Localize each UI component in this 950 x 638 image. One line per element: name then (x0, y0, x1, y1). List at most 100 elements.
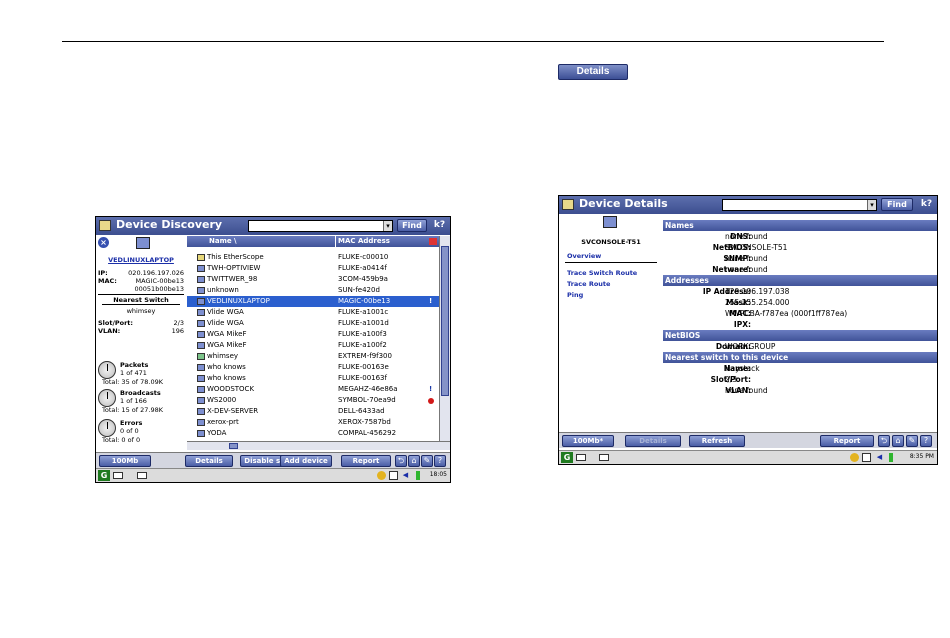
device-row[interactable]: Vlide WGA FLUKE-a1001d (187, 318, 439, 329)
back-icon[interactable]: ⮌ (878, 435, 890, 447)
packets-gauge-icon (98, 361, 116, 379)
search-input[interactable]: ▾ (722, 199, 877, 211)
add-device-button[interactable]: Add device (280, 455, 332, 467)
device-row[interactable]: WS2000 SYMBOL-70ea9d (187, 395, 439, 406)
nav-trace-route[interactable]: Trace Route (567, 280, 610, 288)
app-icon (99, 220, 111, 231)
column-header-name[interactable]: Name \ (209, 237, 237, 245)
device-row[interactable]: who knows FLUKE-00163e (187, 362, 439, 373)
vertical-scrollbar[interactable] (439, 236, 450, 441)
report-button[interactable]: Report (341, 455, 391, 467)
device-row[interactable]: whimsey EXTREM-f9f300 (187, 351, 439, 362)
device-row[interactable]: who knows FLUKE-00163f (187, 373, 439, 384)
device-name-cell: WGA MikeF (207, 341, 247, 349)
device-type-icon (197, 342, 205, 349)
device-row[interactable]: TWITTWER_98 3COM-459b9a (187, 274, 439, 285)
slot-label: Slot/Port: (98, 319, 133, 327)
mac-raw-value: 00051b00be13 (134, 285, 184, 293)
window-icon[interactable] (137, 472, 147, 479)
detail-value: WORKGROUP (725, 342, 776, 351)
mac-address-cell: XEROX-7587bd (338, 418, 391, 426)
device-type-icon (197, 386, 205, 393)
help-button-icon[interactable]: ? (434, 455, 446, 467)
speed-button[interactable]: 100Mb (99, 455, 151, 467)
back-icon[interactable]: ⮌ (395, 455, 407, 467)
device-name-cell: xerox-prt (207, 418, 239, 426)
device-type-icon (197, 309, 205, 316)
device-row[interactable]: X-DEV-SERVER DELL-6433ad (187, 406, 439, 417)
device-type-icon (197, 408, 205, 415)
device-name-cell: X-DEV-SERVER (207, 407, 259, 415)
battery-icon (416, 471, 420, 480)
window-icon[interactable] (599, 454, 609, 461)
device-name-cell: Vlide WGA (207, 319, 244, 327)
horizontal-scrollbar[interactable] (187, 441, 450, 450)
find-button[interactable]: Find (397, 219, 427, 232)
nav-trace-switch-route[interactable]: Trace Switch Route (567, 269, 637, 277)
mac-value: MAGIC-00be13 (135, 277, 184, 285)
device-name-cell: WS2000 (207, 396, 237, 404)
scroll-thumb[interactable] (441, 246, 449, 396)
mac-address-cell: FLUKE-a1001d (338, 319, 389, 327)
mac-address-cell: FLUKE-a0414f (338, 264, 387, 272)
nav-ping[interactable]: Ping (567, 291, 583, 299)
device-row[interactable]: YODA COMPAL-456292 (187, 428, 439, 439)
device-row[interactable]: VEDLINUXLAPTOP MAGIC-00be13! (187, 296, 439, 307)
chevron-down-icon[interactable]: ▾ (867, 200, 876, 210)
window-title: Device Discovery (116, 218, 223, 231)
errors-total: Total: 0 of 0 (102, 436, 141, 444)
device-row[interactable]: unknown SUN-fe420d (187, 285, 439, 296)
link-status-icon (850, 453, 859, 462)
help-icon[interactable]: k? (433, 219, 446, 232)
device-row[interactable]: WGA MikeF FLUKE-a100f3 (187, 329, 439, 340)
clock: 18:05 (429, 471, 447, 478)
home-icon[interactable]: ⌂ (408, 455, 420, 467)
search-input[interactable]: ▾ (248, 220, 393, 232)
mac-address-cell: FLUKE-a100f3 (338, 330, 387, 338)
keyboard-icon[interactable] (113, 472, 123, 479)
device-row[interactable]: This EtherScope FLUKE-c00010 (187, 252, 439, 263)
home-icon[interactable]: ⌂ (892, 435, 904, 447)
header-rule (62, 41, 884, 42)
broadcasts-total: Total: 15 of 27.98K (102, 406, 163, 414)
h-scroll-thumb[interactable] (229, 443, 238, 449)
device-name-cell: Vlide WGA (207, 308, 244, 316)
detail-value: SVCONSOLE-T51 (725, 243, 788, 252)
help-icon[interactable]: k? (920, 198, 933, 211)
detail-row: SNMP: none found (663, 253, 937, 264)
logo-icon: G (561, 452, 573, 463)
device-name-cell: whimsey (207, 352, 239, 360)
device-row[interactable]: WOODSTOCK MEGAHZ-46e86a! (187, 384, 439, 395)
find-button[interactable]: Find (881, 198, 913, 211)
section-header: Addresses (663, 275, 937, 286)
device-row[interactable]: TWH-OPTIVIEW FLUKE-a0414f (187, 263, 439, 274)
close-icon[interactable]: × (98, 237, 109, 248)
nav-overview[interactable]: Overview (567, 252, 601, 260)
report-button[interactable]: Report (820, 435, 874, 447)
mac-address-cell: DELL-6433ad (338, 407, 385, 415)
device-name-cell: TWH-OPTIVIEW (207, 264, 261, 272)
title-bar: Device Details ▾ Find k? (559, 196, 937, 214)
speed-button[interactable]: 100Mb* (562, 435, 614, 447)
tools-icon[interactable]: ✎ (421, 455, 433, 467)
device-row[interactable]: xerox-prt XEROX-7587bd (187, 417, 439, 428)
device-type-icon (197, 353, 205, 360)
device-row[interactable]: Vlide WGA FLUKE-a1001c (187, 307, 439, 318)
speaker-icon: ◀ (876, 453, 883, 461)
refresh-button[interactable]: Refresh (689, 435, 745, 447)
details-button[interactable]: Details (185, 455, 233, 467)
tools-icon[interactable]: ✎ (906, 435, 918, 447)
column-header-mac[interactable]: MAC Address (338, 237, 390, 245)
detail-row: Slot/Port: 2/3 (663, 374, 937, 385)
keyboard-icon[interactable] (576, 454, 586, 461)
device-row[interactable]: WGA MikeF FLUKE-a100f2 (187, 340, 439, 351)
chevron-down-icon[interactable]: ▾ (383, 221, 392, 231)
computer-icon (603, 216, 617, 228)
window-title: Device Details (579, 197, 668, 210)
device-name-cell: unknown (207, 286, 239, 294)
device-name-cell: TWITTWER_98 (207, 275, 258, 283)
nearest-switch-heading: Nearest Switch (113, 296, 169, 304)
help-button-icon[interactable]: ? (920, 435, 932, 447)
mac-address-cell: EXTREM-f9f300 (338, 352, 392, 360)
device-type-icon (197, 265, 205, 272)
